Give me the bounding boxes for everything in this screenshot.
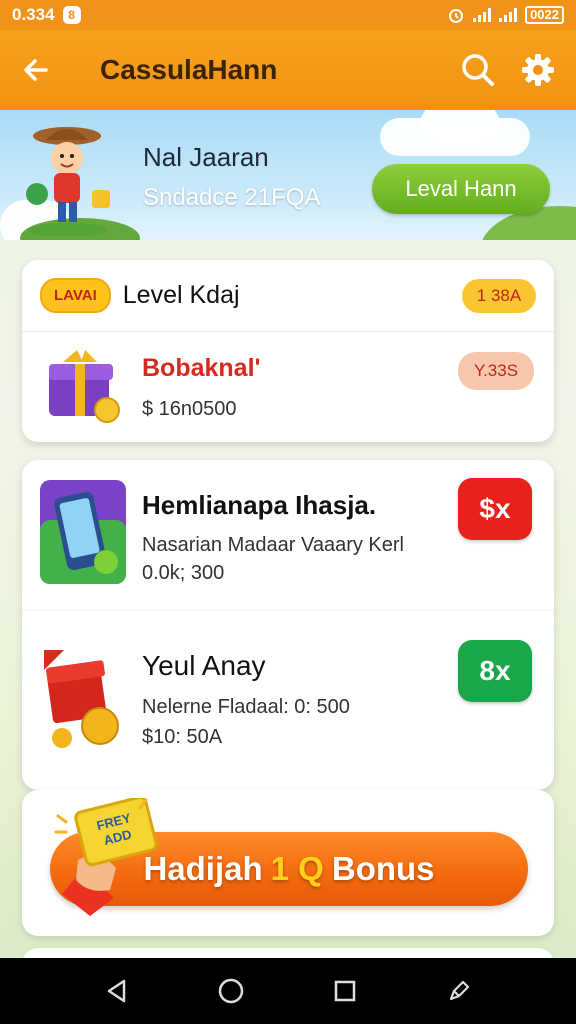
arrow-left-icon: [24, 59, 48, 81]
battery-indicator: 0022: [525, 6, 564, 24]
offer-action-button[interactable]: 8x: [458, 640, 532, 702]
nav-recents-button[interactable]: [315, 961, 375, 1021]
triangle-back-icon: [107, 979, 126, 1003]
level-card-header: LAVAI Level Kdaj 1 38A: [22, 260, 554, 332]
profile-banner: Nal Jaaran Sndadce 21FQA Leval Hann: [0, 110, 576, 240]
page-title: CassulaHann: [100, 54, 278, 85]
circle-home-icon: [218, 978, 244, 1004]
avatar: [26, 127, 110, 236]
reward-subtitle: $ 16n0500: [142, 398, 237, 420]
hand-sticker-icon: FREY ADD: [54, 798, 158, 916]
offer-description: Nelerne Fladaal: 0: 500: [142, 696, 350, 718]
offer-description: Nasarian Madaar Vaaary Kerl: [142, 534, 404, 556]
red-gift-box-icon: [40, 646, 126, 750]
offer-reward: 0.0k; 300: [142, 562, 225, 584]
nav-home-button[interactable]: [201, 961, 261, 1021]
pen-icon: [449, 980, 470, 1001]
reward-title: Bobaknal': [142, 354, 261, 382]
phone-app-icon: [40, 480, 126, 584]
app-bar: CassulaHann: [0, 30, 576, 110]
offer-item[interactable]: Hemlianapa Ihasja. Nasarian Madaar Vaaar…: [22, 460, 554, 610]
status-time: 0.334: [12, 5, 55, 24]
offer-item[interactable]: Yeul Anay Nelerne Fladaal: 0: 500 $10: 5…: [22, 610, 554, 790]
reward-row[interactable]: Bobaknal' $ 16n0500 Y.33S: [22, 332, 554, 442]
offers-card: Hemlianapa Ihasja. Nasarian Madaar Vaaar…: [22, 460, 554, 790]
bonus-card: Hadijah 1 Q Bonus FREY ADD: [22, 790, 554, 936]
cell-signal-icon: [499, 8, 518, 22]
status-bar: 0.334 8 0022: [0, 0, 576, 30]
bonus-label-number: 1 Q: [270, 850, 324, 887]
nav-back-button[interactable]: [87, 961, 147, 1021]
nav-extra-button[interactable]: [429, 961, 489, 1021]
square-recents-icon: [334, 980, 356, 1002]
offer-action-button[interactable]: $x: [458, 478, 532, 540]
system-nav-bar: [0, 958, 576, 1024]
level-tag: LAVAI: [40, 278, 111, 313]
offer-title: Hemlianapa Ihasja.: [142, 490, 377, 520]
user-name: Nal Jaaran: [143, 142, 269, 172]
level-title: Level Kdaj: [122, 281, 240, 309]
reward-badge: Y.33S: [458, 352, 534, 390]
bonus-label-right: Bonus: [331, 850, 435, 887]
level-card: LAVAI Level Kdaj 1 38A Bobaknal' $ 16n05…: [22, 260, 554, 442]
user-subtitle: Sndadce 21FQA: [143, 184, 321, 211]
offer-title: Yeul Anay: [142, 650, 266, 681]
notification-badge: 8: [62, 6, 81, 24]
back-button[interactable]: [0, 30, 72, 110]
search-icon: [462, 54, 494, 86]
gear-icon: [522, 54, 554, 86]
wifi-signal-icon: [473, 8, 492, 22]
alarm-icon: [449, 9, 464, 23]
gift-chest-icon: [49, 350, 120, 423]
offer-reward: $10: 50A: [142, 726, 223, 748]
settings-button[interactable]: [508, 30, 568, 110]
level-count-badge: 1 38A: [462, 278, 536, 313]
search-button[interactable]: [448, 30, 508, 110]
level-button[interactable]: Leval Hann: [372, 164, 550, 214]
